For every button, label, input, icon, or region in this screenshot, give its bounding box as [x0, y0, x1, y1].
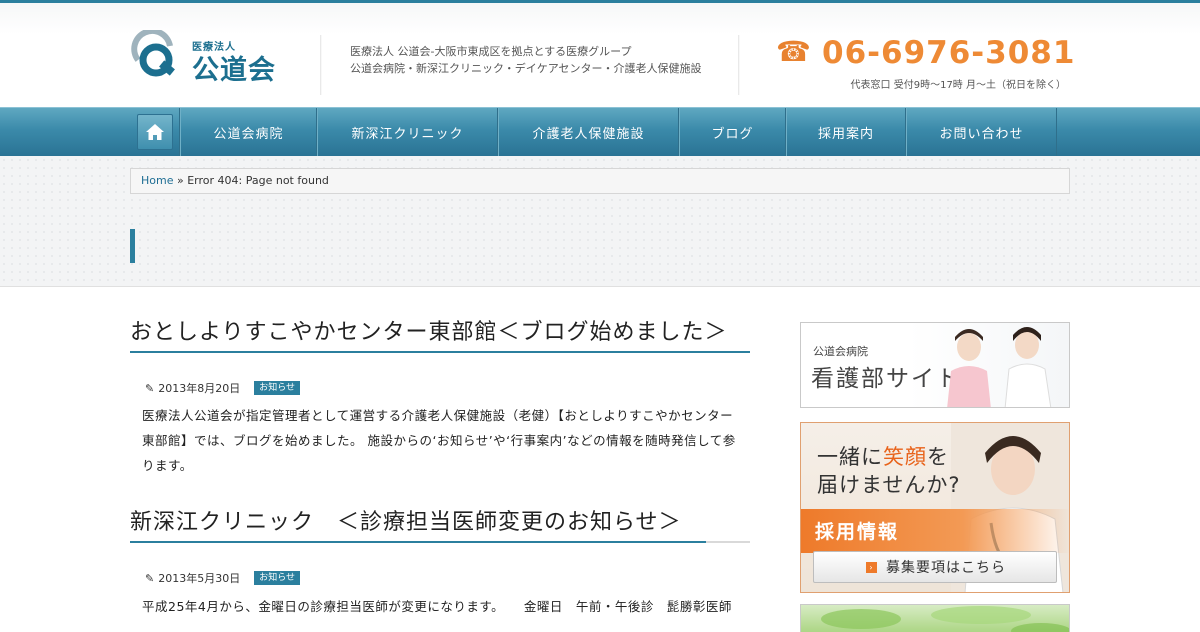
post-excerpt: 医療法人公道会が指定管理者として運営する介護老人保健施設（老健）【おとしよりすこ… — [142, 408, 736, 473]
breadcrumb: Home » Error 404: Page not found — [130, 168, 1070, 194]
nursing-site-banner[interactable]: 公道会病院 看護部サイト — [800, 322, 1070, 408]
post-meta: ✎ 2013年8月20日 お知らせ — [145, 380, 301, 396]
green-banner[interactable] — [800, 604, 1070, 632]
post-title-underline — [130, 351, 750, 353]
post-excerpt: 平成25年4月から、金曜日の診療担当医師が変更になります。 金曜日 午前・午後診… — [142, 599, 732, 614]
nav-item-contact[interactable]: お問い合わせ — [906, 108, 1057, 156]
banner-subheadline: 届けませんか? — [817, 473, 961, 497]
phone-icon: ☎ — [776, 35, 811, 68]
page-title-marker — [130, 229, 135, 263]
post-date: 2013年5月30日 — [158, 572, 241, 585]
title-band: Home » Error 404: Page not found — [0, 156, 1200, 287]
arrow-icon: › — [866, 562, 877, 573]
pencil-icon: ✎ — [145, 381, 155, 395]
breadcrumb-separator: » — [176, 174, 184, 187]
pencil-icon: ✎ — [145, 571, 155, 585]
site-header: 医療法人 公道会 医療法人 公道会-大阪市東成区を拠点とする医療グループ 公道会… — [0, 3, 1200, 107]
home-icon — [145, 124, 164, 140]
post-meta: ✎ 2013年5月30日 お知らせ — [145, 570, 301, 586]
main-nav: 公道会病院 新深江クリニック 介護老人保健施設 ブログ 採用案内 お問い合わせ — [0, 107, 1200, 156]
banner-small-text: 公道会病院 — [813, 345, 868, 358]
recruit-details-label: 募集要項はこちら — [886, 560, 1006, 576]
category-badge[interactable]: お知らせ — [254, 571, 301, 585]
banner-headline: 一緒に笑顔を — [817, 445, 949, 469]
logo-big-text: 公道会 — [192, 55, 276, 86]
recruit-title: 採用情報 — [815, 521, 900, 543]
reception-hours: 代表窓口 受付9時〜17時 月〜土（祝日を除く） — [850, 80, 1066, 91]
breadcrumb-home-link[interactable]: Home — [141, 174, 173, 187]
nav-item-care-facility[interactable]: 介護老人保健施設 — [498, 108, 679, 156]
nav-item-kodokai-hospital[interactable]: 公道会病院 — [180, 108, 317, 156]
post-title[interactable]: 新深江クリニック ＜診療担当医師変更のお知らせ＞ — [130, 511, 750, 535]
nav-item-shinfukae-clinic[interactable]: 新深江クリニック — [317, 108, 498, 156]
header-divider — [738, 35, 740, 95]
nav-item-recruit[interactable]: 採用案内 — [786, 108, 906, 156]
header-tagline: 医療法人 公道会-大阪市東成区を拠点とする医療グループ 公道会病院・新深江クリニ… — [350, 43, 702, 77]
post-title-underline — [130, 541, 750, 543]
nav-item-blog[interactable]: ブログ — [679, 108, 786, 156]
category-badge[interactable]: お知らせ — [254, 381, 301, 395]
tagline-line2: 公道会病院・新深江クリニック・デイケアセンター・介護老人保健施設 — [350, 62, 702, 75]
phone-number[interactable]: 06-6976-3081 — [822, 35, 1075, 71]
nav-home[interactable] — [130, 108, 180, 156]
post-date: 2013年8月20日 — [158, 382, 241, 395]
tagline-line1: 医療法人 公道会-大阪市東成区を拠点とする医療グループ — [350, 45, 632, 58]
leaves-image — [821, 606, 1069, 632]
nurses-photo — [947, 327, 1052, 407]
header-divider — [320, 35, 322, 95]
home-button[interactable] — [136, 114, 173, 150]
post-title[interactable]: おとしよりすこやかセンター東部館＜ブログ始めました＞ — [130, 321, 750, 345]
site-logo[interactable]: 医療法人 公道会 — [130, 30, 300, 86]
logo-mark-icon — [131, 30, 175, 77]
recruit-banner[interactable]: 一緒に笑顔を 届けませんか? 採用情報 › 募集要項はこちら — [800, 422, 1070, 593]
breadcrumb-current: Error 404: Page not found — [187, 174, 329, 187]
recruit-details-button[interactable]: › 募集要項はこちら — [813, 551, 1057, 583]
